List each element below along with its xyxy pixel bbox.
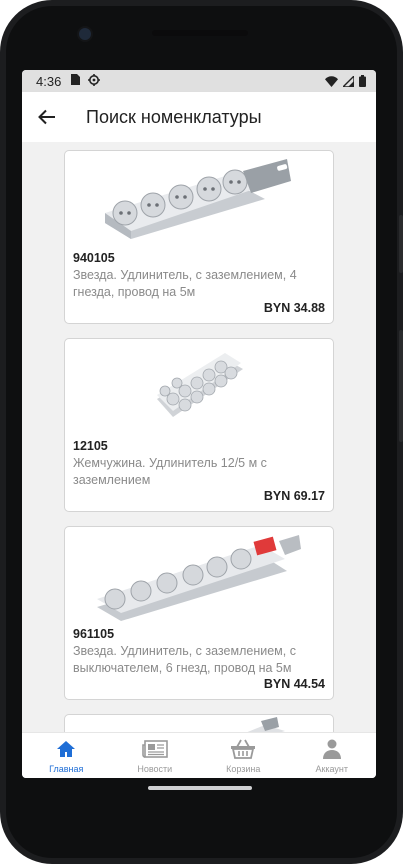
settings-status-icon: [88, 73, 101, 89]
product-description: Звезда. Удлинитель, с заземлением, 4 гне…: [73, 268, 297, 299]
product-price: BYN 69.17: [263, 489, 325, 503]
status-time: 4:36: [36, 73, 62, 89]
power-button: [399, 330, 403, 442]
product-card[interactable]: 940105 Звезда. Удлинитель, с заземлением…: [64, 150, 334, 324]
product-card[interactable]: 12105 Жемчужина. Удлинитель 12/5 м с заз…: [64, 338, 334, 512]
phone-frame: 4:36 Поиск номенклатуры 940105 Звезда. У…: [0, 0, 403, 864]
front-camera: [79, 28, 91, 40]
product-card[interactable]: 961105 Звезда. Удлинитель, с заземлением…: [64, 526, 334, 700]
product-code: 961105: [73, 627, 115, 641]
earpiece-speaker: [152, 30, 248, 36]
product-card[interactable]: [64, 714, 334, 732]
arrow-left-icon: [38, 109, 55, 125]
nav-item-news[interactable]: Новости: [111, 733, 200, 778]
basket-icon: [230, 738, 256, 760]
product-code: 12105: [73, 439, 108, 453]
nav-label: Корзина: [226, 764, 261, 774]
back-button[interactable]: [22, 92, 72, 142]
nav-label: Новости: [137, 764, 173, 774]
home-icon: [53, 738, 79, 760]
volume-button: [399, 215, 403, 273]
nav-item-home[interactable]: Главная: [22, 733, 111, 778]
newspaper-icon: [141, 738, 168, 760]
nav-item-account[interactable]: Аккаунт: [288, 733, 377, 778]
product-image: [157, 353, 243, 417]
bottom-navigation: Главная Новости Корзина Аккаунт: [22, 732, 376, 778]
product-code: 940105: [73, 251, 115, 265]
status-bar: 4:36: [22, 70, 376, 92]
product-price: BYN 34.88: [263, 301, 325, 315]
page-title: Поиск номенклатуры: [86, 106, 262, 127]
product-description: Звезда. Удлинитель, с заземлением, с вык…: [73, 644, 296, 675]
app-bar: Поиск номенклатуры: [22, 92, 376, 142]
status-icons: [325, 75, 366, 87]
product-price: BYN 44.54: [263, 677, 325, 691]
product-description: Жемчужина. Удлинитель 12/5 м с заземлени…: [73, 456, 267, 487]
nav-label: Главная: [49, 764, 84, 774]
product-image: [247, 717, 285, 732]
nav-item-cart[interactable]: Корзина: [199, 733, 288, 778]
product-image: [97, 535, 301, 621]
person-icon: [319, 738, 345, 760]
product-image: [105, 159, 291, 239]
wifi-icon: [325, 75, 338, 87]
battery-icon: [359, 75, 366, 87]
product-list[interactable]: 940105 Звезда. Удлинитель, с заземлением…: [22, 142, 376, 732]
signal-icon: [343, 75, 354, 87]
screen: 4:36 Поиск номенклатуры 940105 Звезда. У…: [22, 70, 376, 778]
sim-card-icon: [71, 74, 81, 88]
nav-label: Аккаунт: [315, 764, 349, 774]
home-indicator[interactable]: [148, 786, 252, 790]
